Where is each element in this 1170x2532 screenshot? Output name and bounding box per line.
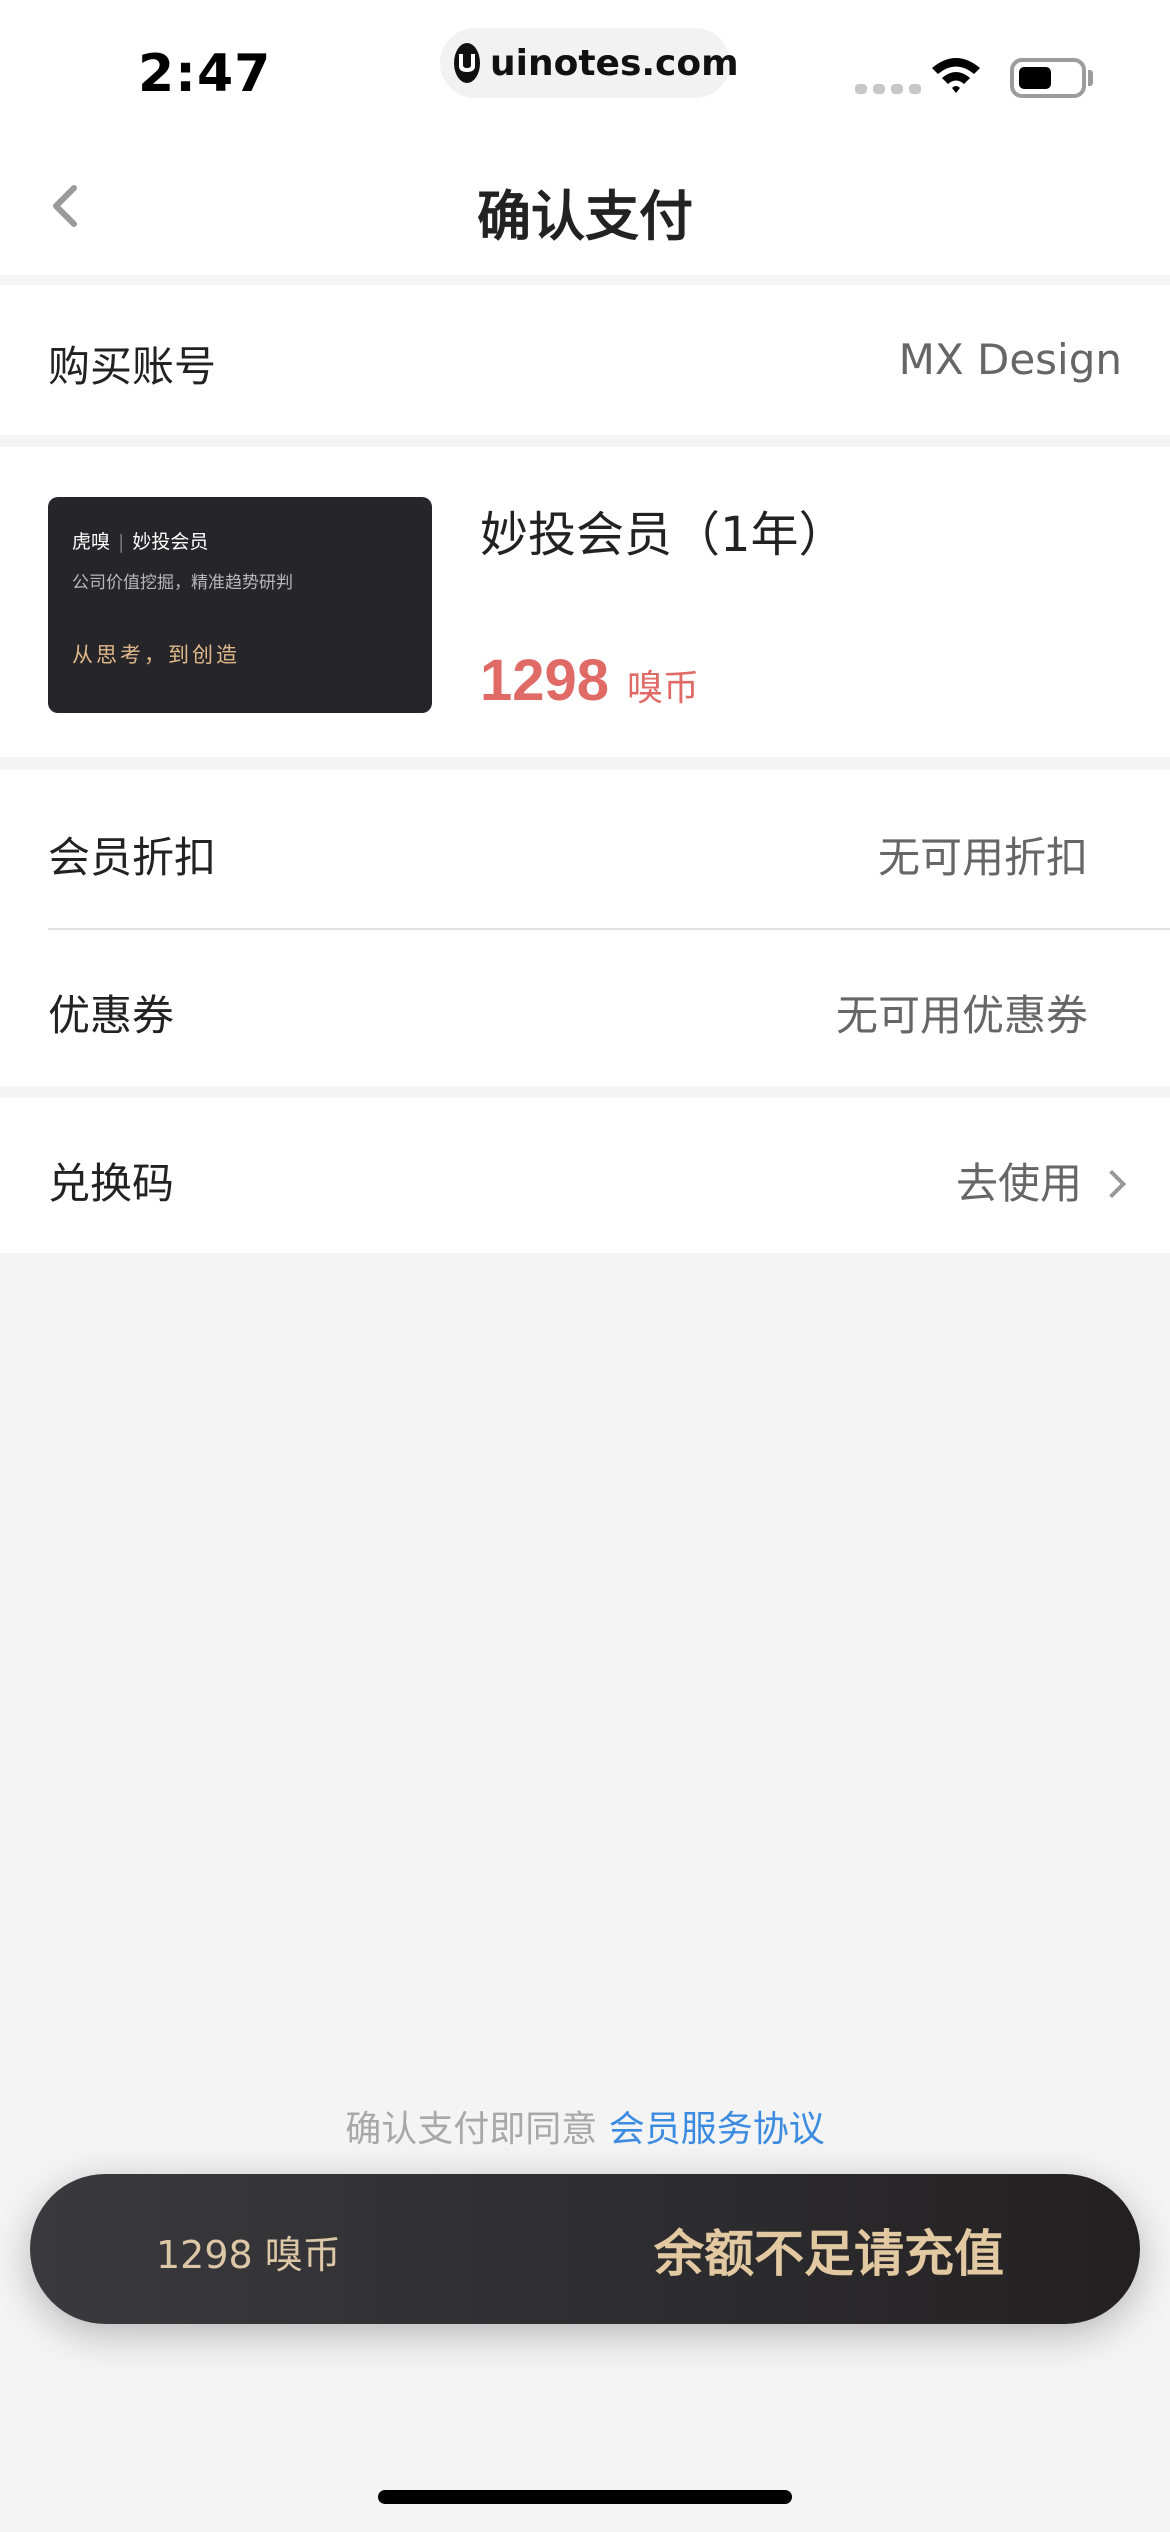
agreement-text: 确认支付即同意 会员服务协议 — [0, 2100, 1170, 2152]
pay-bar: 1298 嗅币 余额不足请充值 — [30, 2174, 1140, 2324]
coupon-row[interactable]: 优惠券 无可用优惠券 — [0, 930, 1170, 1086]
wifi-icon — [930, 56, 982, 100]
account-row: 购买账号 MX Design — [0, 285, 1170, 435]
redeem-row[interactable]: 兑换码 去使用 — [0, 1098, 1170, 1253]
card-slogan: 从思考，到创造 — [72, 643, 240, 667]
card-product-name: 妙投会员 — [132, 531, 209, 553]
chevron-right-icon — [1097, 1169, 1127, 1199]
card-separator: | — [118, 531, 125, 553]
card-brand: 虎嗅 | 妙投会员 — [72, 527, 408, 554]
card-tagline: 公司价值挖掘，精准趋势研判 — [72, 573, 293, 593]
url-pill[interactable]: uinotes.com — [440, 28, 739, 98]
coupon-label: 优惠券 — [48, 991, 175, 1040]
product-title: 妙投会员（1年） — [480, 507, 847, 563]
product-card-image: 虎嗅 | 妙投会员 公司价值挖掘，精准趋势研判 从思考，到创造 — [48, 497, 432, 713]
account-label: 购买账号 — [48, 342, 217, 391]
recharge-button[interactable]: 余额不足请充值 — [654, 2214, 1004, 2286]
redeem-value: 去使用 — [955, 1159, 1082, 1208]
agreement-prefix: 确认支付即同意 — [345, 2109, 598, 2150]
discount-row[interactable]: 会员折扣 无可用折扣 — [0, 770, 1170, 928]
product-section: 虎嗅 | 妙投会员 公司价值挖掘，精准趋势研判 从思考，到创造 妙投会员（1年） 1… — [0, 447, 1170, 757]
pay-amount: 1298 嗅币 — [156, 2233, 341, 2277]
product-price: 1298 嗅币 — [480, 647, 699, 714]
status-bar: 2:47 uinotes.com — [0, 0, 1170, 130]
price-amount: 1298 — [480, 648, 610, 713]
discount-label: 会员折扣 — [48, 833, 217, 882]
account-value: MX Design — [898, 335, 1122, 384]
price-currency: 嗅币 — [627, 668, 700, 709]
discount-section: 会员折扣 无可用折扣 优惠券 无可用优惠券 — [0, 770, 1170, 1086]
discount-value: 无可用折扣 — [877, 833, 1088, 882]
battery-icon — [1010, 58, 1086, 98]
site-logo-icon — [454, 43, 480, 83]
url-text: uinotes.com — [490, 42, 739, 84]
cellular-signal-icon — [855, 84, 921, 94]
navigation-bar: 确认支付 — [0, 130, 1170, 275]
agreement-link[interactable]: 会员服务协议 — [609, 2109, 825, 2150]
battery-tip — [1088, 70, 1093, 86]
page-title: 确认支付 — [477, 185, 693, 248]
battery-level — [1019, 67, 1051, 89]
home-indicator — [378, 2490, 792, 2504]
coupon-value: 无可用优惠券 — [835, 991, 1088, 1040]
redeem-label: 兑换码 — [48, 1159, 175, 1208]
card-brand-name: 虎嗅 — [72, 531, 111, 553]
redeem-action[interactable]: 去使用 — [955, 1150, 1127, 1211]
status-time: 2:47 — [138, 44, 272, 104]
